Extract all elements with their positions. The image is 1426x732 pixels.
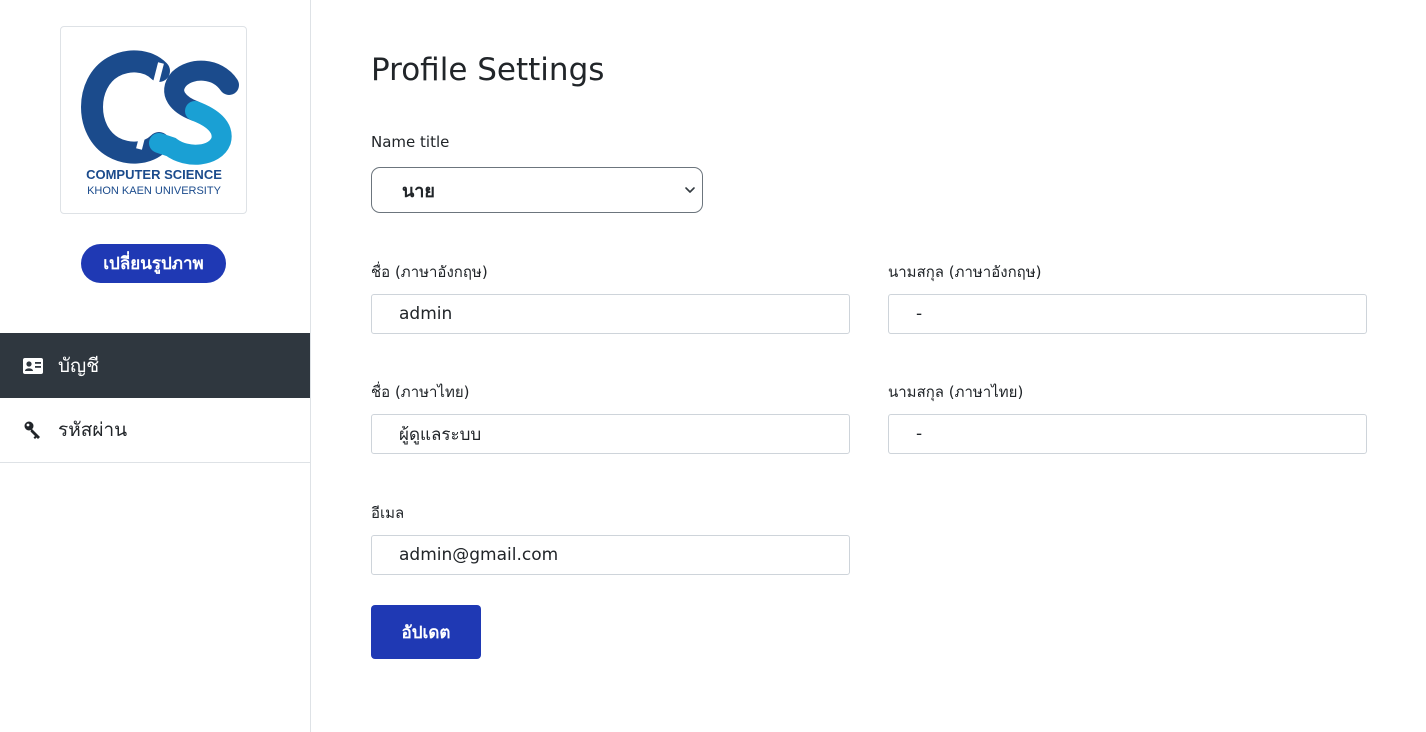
- email-field[interactable]: [371, 535, 850, 575]
- id-card-icon: [22, 355, 44, 377]
- logo-s-mark-light: [149, 101, 232, 165]
- name-title-value: นาย: [402, 180, 435, 202]
- key-icon: [22, 419, 44, 441]
- sidebar-item-label: บัญชี: [58, 354, 100, 377]
- main-content: Profile Settings Name title นาย ชื่อ (ภา…: [311, 0, 1426, 732]
- cs-logo: COMPUTER SCIENCE KHON KAEN UNIVERSITY: [81, 50, 239, 197]
- sidebar-item-account[interactable]: บัญชี: [0, 333, 310, 398]
- last-name-en-label: นามสกุล (ภาษาอังกฤษ): [888, 263, 1042, 281]
- first-name-th-label: ชื่อ (ภาษาไทย): [371, 383, 470, 401]
- name-title-label: Name title: [371, 133, 450, 151]
- logo-line1: COMPUTER SCIENCE: [86, 167, 222, 182]
- sidebar-item-label: รหัสผ่าน: [58, 419, 128, 441]
- first-name-en-field[interactable]: [371, 294, 850, 334]
- sidebar: COMPUTER SCIENCE KHON KAEN UNIVERSITY เป…: [0, 0, 311, 732]
- email-label: อีเมล: [371, 504, 405, 522]
- first-name-th-field[interactable]: [371, 414, 850, 454]
- page-title: Profile Settings: [371, 52, 605, 88]
- update-button[interactable]: อัปเดต: [371, 605, 481, 659]
- last-name-en-field[interactable]: [888, 294, 1367, 334]
- sidebar-item-password[interactable]: รหัสผ่าน: [0, 398, 310, 463]
- name-title-select[interactable]: นาย: [371, 167, 703, 213]
- logo-line2: KHON KAEN UNIVERSITY: [87, 185, 222, 197]
- logo-card: COMPUTER SCIENCE KHON KAEN UNIVERSITY: [60, 26, 247, 214]
- chevron-down-icon: [685, 187, 695, 193]
- change-photo-button[interactable]: เปลี่ยนรูปภาพ: [81, 244, 226, 283]
- first-name-en-label: ชื่อ (ภาษาอังกฤษ): [371, 263, 488, 281]
- last-name-th-label: นามสกุล (ภาษาไทย): [888, 383, 1024, 401]
- last-name-th-field[interactable]: [888, 414, 1367, 454]
